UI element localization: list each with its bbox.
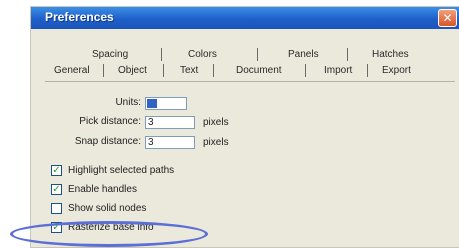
title-bar[interactable]: Preferences ✕ [31,7,459,29]
checkbox[interactable]: ✓ [51,184,62,195]
tab-panels[interactable]: Panels [285,47,322,63]
tab-separator [367,64,368,77]
checkbox[interactable] [51,203,62,214]
snap-distance-label: Snap distance: [74,136,141,147]
tabs-row-top: Spacing Colors Panels Hatches [45,47,455,63]
snap-distance-field[interactable]: 3 [145,136,195,149]
tab-text[interactable]: Text [177,63,201,79]
pick-distance-field[interactable]: 3 [145,116,195,129]
tab-separator [161,48,162,61]
highlight-ellipse-annotation [10,221,208,247]
units-field[interactable] [145,97,187,110]
tab-spacing[interactable]: Spacing [89,47,131,63]
tab-separator [103,64,104,77]
pick-distance-unit: pixels [203,117,229,128]
tab-separator [257,48,258,61]
tab-hatches[interactable]: Hatches [369,47,412,63]
tab-separator [163,64,164,77]
snap-distance-unit: pixels [203,137,229,148]
preferences-dialog: Preferences ✕ Spacing Colors Panels Hatc… [30,6,459,248]
tab-object[interactable]: Object [115,63,150,79]
units-label: Units: [115,97,141,108]
tab-import[interactable]: Import [321,63,355,79]
tab-separator [305,64,306,77]
close-icon: ✕ [442,11,453,25]
pick-distance-label: Pick distance: [79,116,141,127]
tab-general[interactable]: General [51,63,93,79]
tab-export[interactable]: Export [379,63,414,79]
tab-divider [45,81,455,82]
check-label: Show solid nodes [68,203,147,214]
units-selection [147,99,157,108]
dialog-title: Preferences [45,10,114,24]
checkbox[interactable]: ✓ [51,165,62,176]
close-button[interactable]: ✕ [438,9,457,27]
check-label: Highlight selected paths [68,165,175,176]
tab-separator [213,64,214,77]
tab-colors[interactable]: Colors [185,47,220,63]
tabs-row-bottom: General Object Text Document Import Expo… [45,63,455,79]
tab-document[interactable]: Document [233,63,285,79]
tab-separator [347,48,348,61]
check-label: Enable handles [68,184,137,195]
